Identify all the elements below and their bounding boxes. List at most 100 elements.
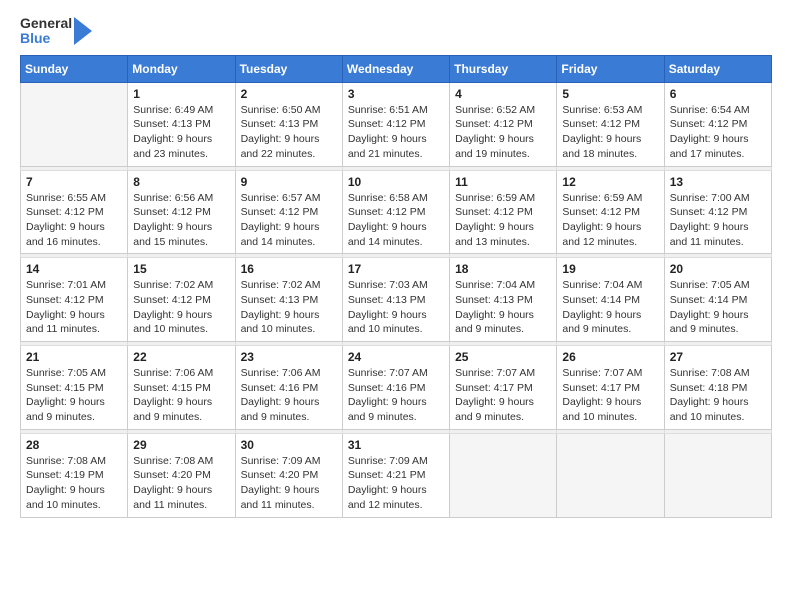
- day-number: 3: [348, 87, 444, 101]
- calendar-cell: 18 Sunrise: 7:04 AMSunset: 4:13 PMDayligh…: [450, 258, 557, 342]
- day-info: Sunrise: 7:00 AMSunset: 4:12 PMDaylight:…: [670, 191, 766, 250]
- calendar-cell: 22 Sunrise: 7:06 AMSunset: 4:15 PMDayligh…: [128, 346, 235, 430]
- day-number: 13: [670, 175, 766, 189]
- calendar-cell: 16 Sunrise: 7:02 AMSunset: 4:13 PMDayligh…: [235, 258, 342, 342]
- day-number: 7: [26, 175, 122, 189]
- day-number: 25: [455, 350, 551, 364]
- day-info: Sunrise: 6:49 AMSunset: 4:13 PMDaylight:…: [133, 103, 229, 162]
- day-number: 12: [562, 175, 658, 189]
- logo: General Blue: [20, 16, 92, 47]
- calendar-cell: 1 Sunrise: 6:49 AMSunset: 4:13 PMDaylight…: [128, 82, 235, 166]
- day-number: 31: [348, 438, 444, 452]
- calendar-cell: 11 Sunrise: 6:59 AMSunset: 4:12 PMDayligh…: [450, 170, 557, 254]
- day-number: 20: [670, 262, 766, 276]
- day-info: Sunrise: 7:06 AMSunset: 4:15 PMDaylight:…: [133, 366, 229, 425]
- calendar-cell: 29 Sunrise: 7:08 AMSunset: 4:20 PMDayligh…: [128, 433, 235, 517]
- calendar-cell: 4Sunrise: 6:52 AMSunset: 4:12 PMDaylight…: [450, 82, 557, 166]
- day-info: Sunrise: 7:07 AMSunset: 4:17 PMDaylight:…: [455, 366, 551, 425]
- calendar-cell: [557, 433, 664, 517]
- day-info: Sunrise: 7:09 AMSunset: 4:20 PMDaylight:…: [241, 454, 337, 513]
- col-header-saturday: Saturday: [664, 55, 771, 82]
- calendar-week-row: 7 Sunrise: 6:55 AMSunset: 4:12 PMDaylight…: [21, 170, 772, 254]
- calendar-cell: 26Sunrise: 7:07 AMSunset: 4:17 PMDayligh…: [557, 346, 664, 430]
- calendar-week-row: 28 Sunrise: 7:08 AMSunset: 4:19 PMDayligh…: [21, 433, 772, 517]
- day-info: Sunrise: 7:05 AMSunset: 4:15 PMDaylight:…: [26, 366, 122, 425]
- day-info: Sunrise: 7:03 AMSunset: 4:13 PMDaylight:…: [348, 278, 444, 337]
- calendar-cell: 9Sunrise: 6:57 AMSunset: 4:12 PMDaylight…: [235, 170, 342, 254]
- calendar-cell: 17 Sunrise: 7:03 AMSunset: 4:13 PMDayligh…: [342, 258, 449, 342]
- day-info: Sunrise: 7:08 AMSunset: 4:20 PMDaylight:…: [133, 454, 229, 513]
- day-info: Sunrise: 6:52 AMSunset: 4:12 PMDaylight:…: [455, 103, 551, 162]
- day-number: 10: [348, 175, 444, 189]
- day-info: Sunrise: 6:56 AMSunset: 4:12 PMDaylight:…: [133, 191, 229, 250]
- calendar-cell: [21, 82, 128, 166]
- calendar-cell: 15 Sunrise: 7:02 AMSunset: 4:12 PMDayligh…: [128, 258, 235, 342]
- day-info: Sunrise: 6:59 AMSunset: 4:12 PMDaylight:…: [562, 191, 658, 250]
- calendar-cell: 12 Sunrise: 6:59 AMSunset: 4:12 PMDayligh…: [557, 170, 664, 254]
- day-number: 1: [133, 87, 229, 101]
- calendar-cell: 21 Sunrise: 7:05 AMSunset: 4:15 PMDayligh…: [21, 346, 128, 430]
- day-info: Sunrise: 7:08 AMSunset: 4:19 PMDaylight:…: [26, 454, 122, 513]
- logo-blue: Blue: [20, 31, 72, 46]
- day-number: 28: [26, 438, 122, 452]
- day-number: 17: [348, 262, 444, 276]
- day-number: 2: [241, 87, 337, 101]
- day-number: 5: [562, 87, 658, 101]
- day-number: 21: [26, 350, 122, 364]
- day-info: Sunrise: 6:55 AMSunset: 4:12 PMDaylight:…: [26, 191, 122, 250]
- day-number: 14: [26, 262, 122, 276]
- day-info: Sunrise: 6:53 AMSunset: 4:12 PMDaylight:…: [562, 103, 658, 162]
- day-info: Sunrise: 7:04 AMSunset: 4:13 PMDaylight:…: [455, 278, 551, 337]
- day-info: Sunrise: 7:02 AMSunset: 4:12 PMDaylight:…: [133, 278, 229, 337]
- day-info: Sunrise: 6:54 AMSunset: 4:12 PMDaylight:…: [670, 103, 766, 162]
- col-header-friday: Friday: [557, 55, 664, 82]
- day-info: Sunrise: 6:50 AMSunset: 4:13 PMDaylight:…: [241, 103, 337, 162]
- calendar-cell: 6Sunrise: 6:54 AMSunset: 4:12 PMDaylight…: [664, 82, 771, 166]
- calendar-cell: 31 Sunrise: 7:09 AMSunset: 4:21 PMDayligh…: [342, 433, 449, 517]
- day-number: 22: [133, 350, 229, 364]
- calendar-cell: [664, 433, 771, 517]
- col-header-sunday: Sunday: [21, 55, 128, 82]
- day-number: 19: [562, 262, 658, 276]
- day-info: Sunrise: 7:07 AMSunset: 4:16 PMDaylight:…: [348, 366, 444, 425]
- day-info: Sunrise: 7:05 AMSunset: 4:14 PMDaylight:…: [670, 278, 766, 337]
- day-info: Sunrise: 7:08 AMSunset: 4:18 PMDaylight:…: [670, 366, 766, 425]
- day-number: 11: [455, 175, 551, 189]
- day-number: 23: [241, 350, 337, 364]
- calendar-week-row: 1 Sunrise: 6:49 AMSunset: 4:13 PMDaylight…: [21, 82, 772, 166]
- calendar-cell: 20 Sunrise: 7:05 AMSunset: 4:14 PMDayligh…: [664, 258, 771, 342]
- logo-container: General Blue: [20, 16, 92, 47]
- logo-text-block: General Blue: [20, 16, 72, 47]
- calendar-cell: 24 Sunrise: 7:07 AMSunset: 4:16 PMDayligh…: [342, 346, 449, 430]
- page-header: General Blue: [20, 16, 772, 47]
- day-number: 15: [133, 262, 229, 276]
- day-number: 16: [241, 262, 337, 276]
- calendar-cell: 3Sunrise: 6:51 AMSunset: 4:12 PMDaylight…: [342, 82, 449, 166]
- calendar-cell: 10Sunrise: 6:58 AMSunset: 4:12 PMDayligh…: [342, 170, 449, 254]
- day-info: Sunrise: 7:04 AMSunset: 4:14 PMDaylight:…: [562, 278, 658, 337]
- calendar-cell: 8Sunrise: 6:56 AMSunset: 4:12 PMDaylight…: [128, 170, 235, 254]
- day-number: 29: [133, 438, 229, 452]
- calendar-cell: 13 Sunrise: 7:00 AMSunset: 4:12 PMDayligh…: [664, 170, 771, 254]
- calendar-cell: 25 Sunrise: 7:07 AMSunset: 4:17 PMDayligh…: [450, 346, 557, 430]
- col-header-thursday: Thursday: [450, 55, 557, 82]
- day-number: 24: [348, 350, 444, 364]
- day-info: Sunrise: 6:59 AMSunset: 4:12 PMDaylight:…: [455, 191, 551, 250]
- calendar-table: SundayMondayTuesdayWednesdayThursdayFrid…: [20, 55, 772, 518]
- day-number: 18: [455, 262, 551, 276]
- day-info: Sunrise: 7:01 AMSunset: 4:12 PMDaylight:…: [26, 278, 122, 337]
- day-info: Sunrise: 6:57 AMSunset: 4:12 PMDaylight:…: [241, 191, 337, 250]
- day-number: 30: [241, 438, 337, 452]
- calendar-week-row: 21 Sunrise: 7:05 AMSunset: 4:15 PMDayligh…: [21, 346, 772, 430]
- logo-general: General: [20, 16, 72, 31]
- day-info: Sunrise: 7:06 AMSunset: 4:16 PMDaylight:…: [241, 366, 337, 425]
- day-info: Sunrise: 7:02 AMSunset: 4:13 PMDaylight:…: [241, 278, 337, 337]
- calendar-cell: 2 Sunrise: 6:50 AMSunset: 4:13 PMDaylight…: [235, 82, 342, 166]
- day-info: Sunrise: 7:09 AMSunset: 4:21 PMDaylight:…: [348, 454, 444, 513]
- calendar-cell: 28 Sunrise: 7:08 AMSunset: 4:19 PMDayligh…: [21, 433, 128, 517]
- calendar-week-row: 14 Sunrise: 7:01 AMSunset: 4:12 PMDayligh…: [21, 258, 772, 342]
- calendar-header-row: SundayMondayTuesdayWednesdayThursdayFrid…: [21, 55, 772, 82]
- calendar-cell: 27Sunrise: 7:08 AMSunset: 4:18 PMDayligh…: [664, 346, 771, 430]
- calendar-cell: 5 Sunrise: 6:53 AMSunset: 4:12 PMDaylight…: [557, 82, 664, 166]
- col-header-monday: Monday: [128, 55, 235, 82]
